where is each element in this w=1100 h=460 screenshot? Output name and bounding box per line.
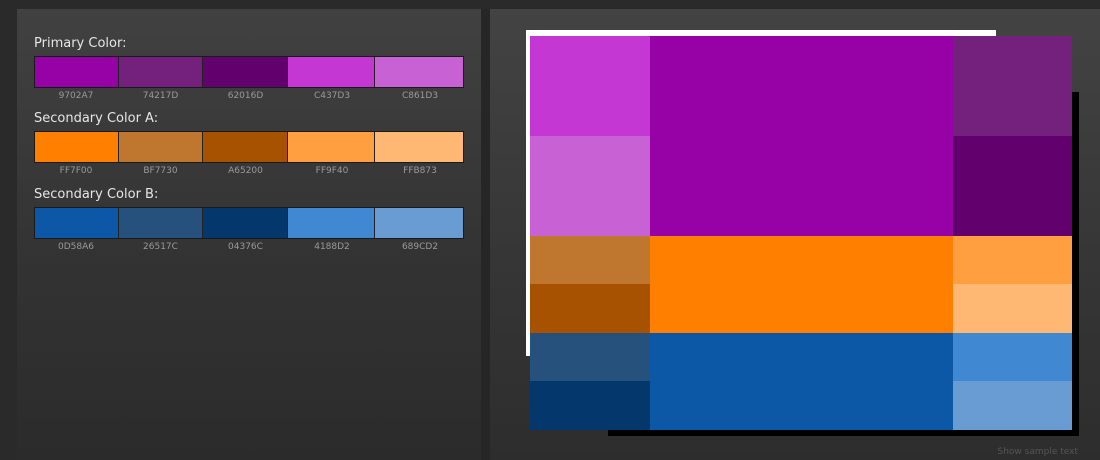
hex-label: 4188D2 (314, 242, 350, 252)
preview-block (953, 284, 1072, 333)
show-sample-text-link[interactable]: Show sample text (998, 447, 1079, 457)
swatch[interactable] (203, 132, 288, 162)
hex-label: BF7730 (143, 166, 178, 176)
swatch[interactable] (375, 208, 464, 238)
hex-label: FF9F40 (315, 166, 349, 176)
preview-block (953, 333, 1072, 381)
preview-block (650, 333, 953, 430)
hex-label: 26517C (143, 242, 178, 252)
preview-block (953, 36, 1072, 136)
secondary-color-a-group: Secondary Color A: FF7F00 BF7730 A65200 … (34, 111, 464, 177)
preview-block (530, 36, 650, 136)
swatch[interactable] (118, 132, 204, 162)
preview-block (530, 333, 650, 381)
preview-block (650, 36, 953, 236)
preview-block (953, 136, 1072, 236)
swatch[interactable] (287, 132, 376, 162)
preview-block (650, 236, 953, 333)
hex-label: C437D3 (313, 91, 351, 101)
hex-row: FF7F00 BF7730 A65200 FF9F40 FFB873 (34, 165, 464, 177)
hex-row: 0D58A6 26517C 04376C 4188D2 689CD2 (34, 241, 464, 253)
hex-label: C861D3 (401, 91, 439, 101)
swatch[interactable] (35, 57, 119, 87)
swatch[interactable] (203, 208, 288, 238)
group-title: Primary Color: (34, 36, 127, 51)
hex-label: FFB873 (403, 166, 437, 176)
preview-block (953, 381, 1072, 430)
preview-block (530, 236, 650, 284)
panel-divider (481, 9, 490, 460)
swatch[interactable] (203, 57, 288, 87)
swatch[interactable] (375, 57, 464, 87)
swatch-row (34, 207, 464, 239)
swatch[interactable] (287, 208, 376, 238)
hex-row: 9702A7 74217D 62016D C437D3 C861D3 (34, 90, 464, 102)
hex-label: 04376C (228, 242, 263, 252)
color-preview (530, 36, 1072, 430)
swatch-row (34, 56, 464, 88)
secondary-color-b-group: Secondary Color B: 0D58A6 26517C 04376C … (34, 187, 464, 253)
hex-label: 74217D (142, 91, 179, 101)
group-title: Secondary Color A: (34, 111, 159, 126)
preview-block (530, 136, 650, 236)
primary-color-group: Primary Color: 9702A7 74217D 62016D C437… (34, 36, 464, 102)
hex-label: 689CD2 (401, 242, 439, 252)
hex-label: FF7F00 (59, 166, 93, 176)
swatch[interactable] (35, 132, 119, 162)
swatch[interactable] (118, 57, 204, 87)
swatch[interactable] (287, 57, 376, 87)
hex-label: 62016D (227, 91, 264, 101)
hex-label: 9702A7 (58, 91, 94, 101)
swatch[interactable] (118, 208, 204, 238)
swatch-row (34, 131, 464, 163)
preview-block (953, 236, 1072, 284)
preview-block (530, 284, 650, 333)
hex-label: 0D58A6 (58, 242, 94, 252)
swatch[interactable] (35, 208, 119, 238)
group-title: Secondary Color B: (34, 187, 159, 202)
hex-label: A65200 (228, 166, 263, 176)
preview-block (530, 381, 650, 430)
swatch[interactable] (375, 132, 464, 162)
